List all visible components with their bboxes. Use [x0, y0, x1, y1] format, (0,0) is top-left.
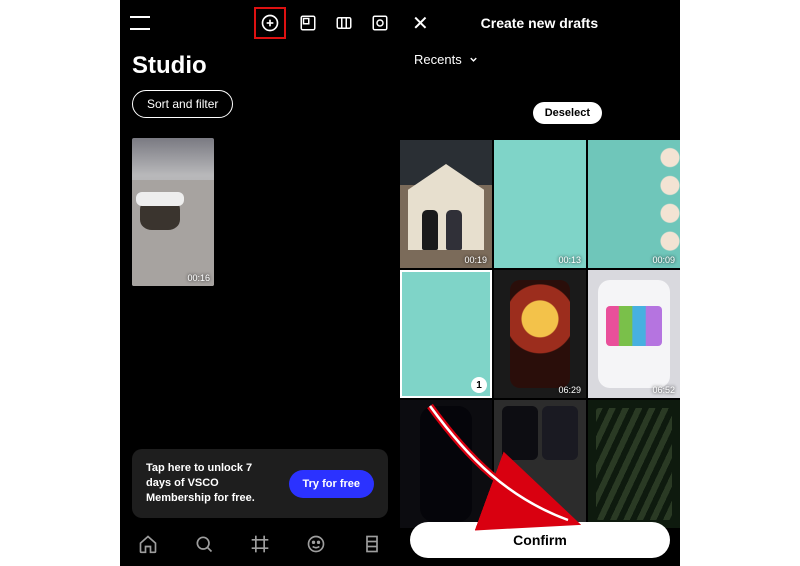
- selection-badge: 1: [471, 377, 487, 393]
- media-cell[interactable]: 00:09: [588, 140, 680, 268]
- duration-label: 06:52: [652, 385, 675, 395]
- confirm-button[interactable]: Confirm: [410, 522, 670, 558]
- collage-icon[interactable]: [298, 13, 318, 33]
- media-cell[interactable]: [400, 400, 492, 528]
- capture-icon[interactable]: [370, 13, 390, 33]
- duration-label: 00:16: [187, 273, 210, 283]
- media-cell[interactable]: 06:29: [494, 270, 586, 398]
- home-icon[interactable]: [138, 534, 158, 554]
- promo-text: Tap here to unlock 7 days of VSCO Member…: [146, 461, 279, 506]
- media-cell[interactable]: [494, 400, 586, 528]
- bottom-tab-bar: [120, 522, 400, 566]
- album-picker[interactable]: Recents: [400, 46, 680, 81]
- menu-icon[interactable]: [130, 16, 150, 30]
- deselect-button[interactable]: Deselect: [533, 102, 602, 124]
- modal-top-bar: ✕ Create new drafts: [400, 0, 680, 46]
- membership-promo[interactable]: Tap here to unlock 7 days of VSCO Member…: [132, 449, 388, 518]
- media-grid: 00:19 00:13 00:09 1 06:29 06:52: [400, 140, 680, 516]
- page-gutter-right: [680, 0, 800, 566]
- profile-icon[interactable]: [362, 534, 382, 554]
- duration-label: 00:13: [558, 255, 581, 265]
- media-cell[interactable]: [588, 400, 680, 528]
- sort-filter-button[interactable]: Sort and filter: [132, 90, 233, 118]
- page-gutter-left: [0, 0, 120, 566]
- search-icon[interactable]: [194, 534, 214, 554]
- duration-label: 06:29: [558, 385, 581, 395]
- media-cell-selected[interactable]: 1: [400, 270, 492, 398]
- album-name: Recents: [414, 52, 462, 67]
- studio-icon[interactable]: [250, 534, 270, 554]
- studio-screen: Studio Sort and filter 00:16 Tap here to…: [120, 0, 400, 566]
- feed-icon[interactable]: [306, 534, 326, 554]
- media-cell[interactable]: 06:52: [588, 270, 680, 398]
- close-icon[interactable]: ✕: [412, 11, 429, 36]
- page-title: Studio: [120, 46, 400, 90]
- media-cell[interactable]: 00:19: [400, 140, 492, 268]
- try-free-button[interactable]: Try for free: [289, 470, 374, 498]
- montage-icon[interactable]: [334, 13, 354, 33]
- top-actions: [258, 11, 390, 35]
- top-bar: [120, 0, 400, 46]
- duration-label: 00:19: [464, 255, 487, 265]
- modal-title: Create new drafts: [429, 15, 650, 31]
- duration-label: 00:09: [652, 255, 675, 265]
- create-drafts-screen: ✕ Create new drafts Recents Deselect 00:…: [400, 0, 680, 566]
- media-cell[interactable]: 00:13: [494, 140, 586, 268]
- chevron-down-icon: [468, 54, 479, 65]
- draft-thumbnail[interactable]: 00:16: [132, 138, 214, 286]
- add-icon[interactable]: [254, 7, 286, 39]
